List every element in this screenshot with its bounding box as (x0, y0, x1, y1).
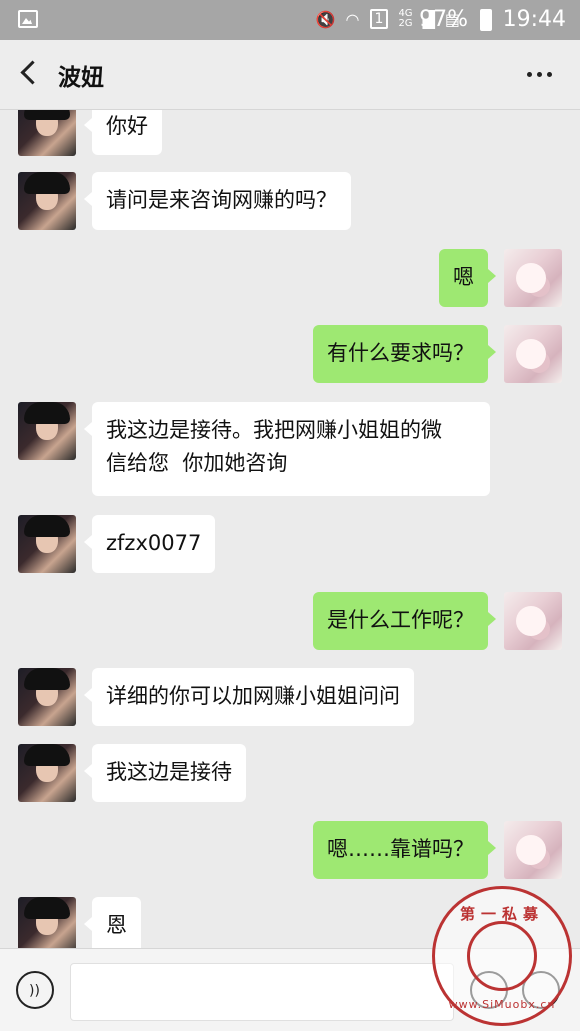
contact-avatar[interactable] (18, 515, 76, 573)
received-message[interactable]: zfzx0077 (83, 515, 216, 573)
wifi-icon: ◠ (345, 9, 360, 29)
contact-avatar[interactable] (18, 110, 76, 156)
clock: 19:44 (502, 7, 566, 32)
mute-icon: 🔇 (315, 9, 336, 29)
received-message[interactable]: 我这边是接待 (84, 744, 246, 802)
more-options-icon[interactable] (527, 72, 552, 77)
voice-input-icon[interactable]: )) (16, 971, 54, 1009)
received-message[interactable]: 你好 (84, 110, 162, 155)
contact-avatar[interactable] (18, 744, 76, 802)
chat-header: 波妞 (0, 40, 580, 110)
received-message[interactable]: 请问是来咨询网赚的吗？ (84, 172, 351, 230)
received-message[interactable]: 详细的你可以加网赚小姐姐问问 (84, 668, 414, 726)
sent-message[interactable]: 是什么工作呢？ (313, 592, 496, 650)
watermark-bottom-text: www.SiMuobx.cn (448, 998, 556, 1011)
sent-message[interactable]: 嗯……靠谱吗？ (313, 821, 496, 879)
watermark-stamp: 第一私募 www.SiMuobx.cn (432, 886, 572, 1026)
my-avatar[interactable] (504, 592, 562, 650)
contact-avatar[interactable] (18, 172, 76, 230)
my-avatar[interactable] (504, 821, 562, 879)
contact-avatar[interactable] (18, 897, 76, 948)
received-message[interactable]: 恩 (84, 897, 141, 948)
chat-title: 波妞 (58, 65, 104, 91)
contact-avatar[interactable] (18, 402, 76, 460)
battery-percent: 97% (419, 7, 468, 32)
chat-area[interactable]: 你好 请问是来咨询网赚的吗？ 嗯 有什么要求吗？ 我这边是接待。我把网赚小姐姐的… (0, 110, 580, 948)
network-indicator: 4G 2G (398, 8, 413, 29)
contact-avatar[interactable] (18, 668, 76, 726)
sim-icon: 1 (369, 9, 389, 29)
sent-message[interactable]: 嗯 (439, 249, 496, 307)
back-icon[interactable] (18, 62, 36, 80)
status-bar: 🔇 ◠ 1 4G 2G ▟ ▤ 97% 19:44 (0, 0, 580, 40)
battery-icon (480, 9, 492, 31)
gallery-icon (18, 10, 38, 28)
my-avatar[interactable] (504, 249, 562, 307)
watermark-logo (467, 921, 537, 991)
my-avatar[interactable] (504, 325, 562, 383)
received-message[interactable]: 我这边是接待。我把网赚小姐姐的微 信给您 你加她咨询 (84, 402, 490, 496)
message-text-field[interactable] (70, 963, 454, 1021)
sent-message[interactable]: 有什么要求吗？ (313, 325, 496, 383)
